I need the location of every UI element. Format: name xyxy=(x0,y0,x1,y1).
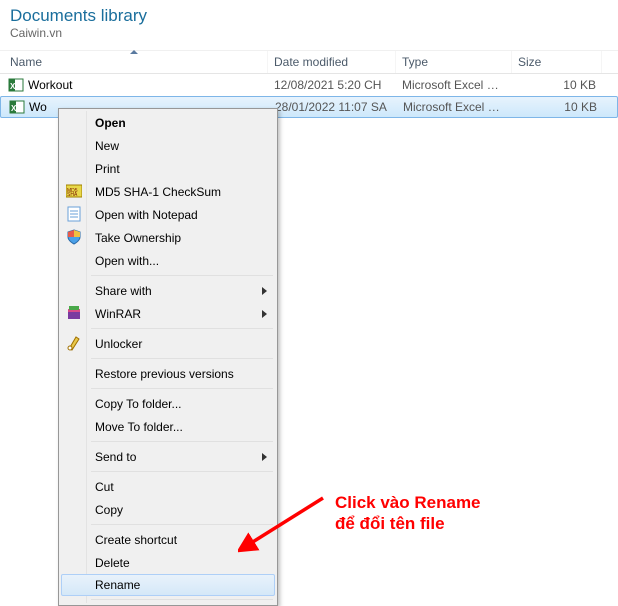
menu-label: Rename xyxy=(95,578,140,592)
menu-open-notepad[interactable]: Open with Notepad xyxy=(61,203,275,226)
file-row[interactable]: X Workout 12/08/2021 5:20 CH Microsoft E… xyxy=(0,74,618,96)
menu-separator xyxy=(91,599,273,600)
file-type-cell: Microsoft Excel W... xyxy=(397,100,513,114)
menu-separator xyxy=(91,358,273,359)
file-size-cell: 10 KB xyxy=(513,100,603,114)
menu-winrar[interactable]: WinRAR xyxy=(61,302,275,325)
notepad-icon xyxy=(66,206,82,222)
menu-open[interactable]: Open xyxy=(61,111,275,134)
svg-text:SHA: SHA xyxy=(67,192,78,198)
checksum-icon: MD5SHA xyxy=(66,183,82,199)
unlocker-icon xyxy=(66,335,82,351)
menu-share-with[interactable]: Share with xyxy=(61,279,275,302)
menu-separator xyxy=(91,471,273,472)
menu-label: Create shortcut xyxy=(95,533,177,547)
menu-label: Share with xyxy=(95,284,152,298)
menu-rename[interactable]: Rename xyxy=(61,574,275,596)
menu-label: Unlocker xyxy=(95,337,142,351)
columns-header: Name Date modified Type Size xyxy=(0,50,618,74)
submenu-arrow-icon xyxy=(262,453,267,461)
column-header-date[interactable]: Date modified xyxy=(268,51,396,73)
annotation-line: để đổi tên file xyxy=(335,513,481,534)
submenu-arrow-icon xyxy=(262,287,267,295)
menu-take-ownership[interactable]: Take Ownership xyxy=(61,226,275,249)
menu-label: MD5 SHA-1 CheckSum xyxy=(95,185,221,199)
menu-new[interactable]: New xyxy=(61,134,275,157)
menu-label: Copy xyxy=(95,503,123,517)
menu-label: Take Ownership xyxy=(95,231,181,245)
menu-label: Open xyxy=(95,116,126,130)
menu-unlocker[interactable]: Unlocker xyxy=(61,332,275,355)
column-header-size[interactable]: Size xyxy=(512,51,602,73)
sort-ascending-icon xyxy=(130,50,138,54)
svg-text:X: X xyxy=(10,82,16,91)
menu-copy-to[interactable]: Copy To folder... xyxy=(61,392,275,415)
menu-label: Move To folder... xyxy=(95,420,183,434)
menu-send-to[interactable]: Send to xyxy=(61,445,275,468)
menu-separator xyxy=(91,441,273,442)
menu-separator xyxy=(91,388,273,389)
file-size-cell: 10 KB xyxy=(512,78,602,92)
annotation-line: Click vào Rename xyxy=(335,492,481,513)
column-header-type[interactable]: Type xyxy=(396,51,512,73)
menu-print[interactable]: Print xyxy=(61,157,275,180)
menu-label: Copy To folder... xyxy=(95,397,182,411)
file-name-label: Workout xyxy=(28,78,72,92)
annotation-text: Click vào Rename để đổi tên file xyxy=(335,492,481,535)
annotation-arrow-icon xyxy=(238,490,328,560)
winrar-icon xyxy=(66,305,82,321)
library-title: Documents library xyxy=(10,6,608,26)
menu-separator xyxy=(91,275,273,276)
column-name-label: Name xyxy=(10,55,42,69)
menu-label: Open with Notepad xyxy=(95,208,198,222)
menu-open-with[interactable]: Open with... xyxy=(61,249,275,272)
shield-icon xyxy=(66,229,82,245)
file-date-cell: 28/01/2022 11:07 SA xyxy=(269,100,397,114)
menu-label: Restore previous versions xyxy=(95,367,234,381)
menu-md5[interactable]: MD5SHA MD5 SHA-1 CheckSum xyxy=(61,180,275,203)
file-type-cell: Microsoft Excel W... xyxy=(396,78,512,92)
menu-restore-versions[interactable]: Restore previous versions xyxy=(61,362,275,385)
menu-label: Print xyxy=(95,162,120,176)
menu-label: WinRAR xyxy=(95,307,141,321)
file-name-label: Wo xyxy=(29,100,47,114)
file-name-cell: X Workout xyxy=(0,77,268,93)
column-header-name[interactable]: Name xyxy=(0,51,268,73)
menu-label: Cut xyxy=(95,480,114,494)
menu-separator xyxy=(91,328,273,329)
library-subtitle: Caiwin.vn xyxy=(10,26,608,40)
menu-label: New xyxy=(95,139,119,153)
menu-label: Open with... xyxy=(95,254,159,268)
svg-text:X: X xyxy=(11,104,17,113)
menu-move-to[interactable]: Move To folder... xyxy=(61,415,275,438)
excel-icon: X xyxy=(9,99,25,115)
menu-label: Send to xyxy=(95,450,136,464)
file-date-cell: 12/08/2021 5:20 CH xyxy=(268,78,396,92)
library-header: Documents library Caiwin.vn xyxy=(0,0,618,44)
submenu-arrow-icon xyxy=(262,310,267,318)
excel-icon: X xyxy=(8,77,24,93)
menu-label: Delete xyxy=(95,556,130,570)
